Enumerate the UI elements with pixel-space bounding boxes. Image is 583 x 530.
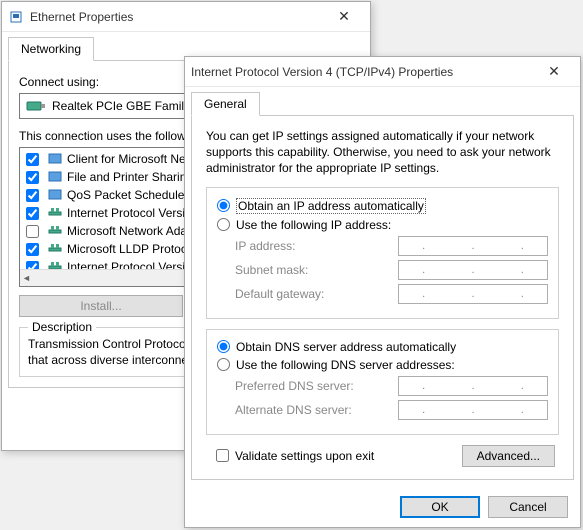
radio-ip-manual-row[interactable]: Use the following IP address:: [217, 218, 548, 232]
ip-fieldset: Obtain an IP address automatically Use t…: [206, 187, 559, 319]
validate-label: Validate settings upon exit: [235, 449, 374, 463]
titlebar[interactable]: Ethernet Properties ✕: [2, 2, 370, 32]
item-label: Microsoft LLDP Protocol: [67, 242, 196, 256]
service-icon: [47, 187, 63, 203]
radio-ip-manual-label: Use the following IP address:: [236, 218, 391, 232]
adapter-name: Realtek PCIe GBE Family C: [52, 99, 202, 113]
radio-ip-manual[interactable]: [217, 218, 230, 231]
close-icon[interactable]: ✕: [534, 58, 574, 86]
ok-button[interactable]: OK: [400, 496, 480, 518]
item-checkbox[interactable]: [26, 153, 39, 166]
client-icon: [47, 151, 63, 167]
subnet-mask-row: Subnet mask: ...: [235, 260, 548, 280]
alternate-dns-row: Alternate DNS server: ...: [235, 400, 548, 420]
ip-address-input: ...: [398, 236, 548, 256]
tabstrip: General: [185, 87, 580, 115]
validate-row[interactable]: Validate settings upon exit: [216, 449, 374, 463]
protocol-icon: [47, 241, 63, 257]
radio-dns-manual[interactable]: [217, 358, 230, 371]
bottom-row: Validate settings upon exit Advanced...: [206, 445, 559, 467]
alternate-dns-input: ...: [398, 400, 548, 420]
install-button[interactable]: Install...: [19, 295, 183, 317]
ip-address-label: IP address:: [235, 239, 398, 253]
ipv4-properties-window: Internet Protocol Version 4 (TCP/IPv4) P…: [184, 56, 581, 528]
item-label: Internet Protocol Version: [67, 206, 198, 220]
default-gateway-label: Default gateway:: [235, 287, 398, 301]
protocol-icon: [47, 223, 63, 239]
radio-ip-auto-label: Obtain an IP address automatically: [236, 198, 426, 214]
window-title: Ethernet Properties: [30, 10, 324, 24]
item-checkbox[interactable]: [26, 207, 39, 220]
preferred-dns-label: Preferred DNS server:: [235, 379, 398, 393]
tab-networking[interactable]: Networking: [8, 37, 94, 61]
preferred-dns-input: ...: [398, 376, 548, 396]
radio-ip-auto[interactable]: [217, 199, 230, 212]
tab-body: You can get IP settings assigned automat…: [191, 115, 574, 480]
radio-ip-auto-row[interactable]: Obtain an IP address automatically: [217, 198, 548, 214]
ip-address-row: IP address: ...: [235, 236, 548, 256]
description-legend: Description: [28, 320, 96, 334]
default-gateway-row: Default gateway: ...: [235, 284, 548, 304]
dns-fieldset: Obtain DNS server address automatically …: [206, 329, 559, 435]
item-label: QoS Packet Scheduler: [67, 188, 188, 202]
titlebar[interactable]: Internet Protocol Version 4 (TCP/IPv4) P…: [185, 57, 580, 87]
service-icon: [47, 169, 63, 185]
radio-dns-manual-row[interactable]: Use the following DNS server addresses:: [217, 358, 548, 372]
item-checkbox[interactable]: [26, 243, 39, 256]
radio-dns-auto-row[interactable]: Obtain DNS server address automatically: [217, 340, 548, 354]
scroll-left-icon[interactable]: ◄: [22, 273, 31, 283]
radio-dns-auto[interactable]: [217, 340, 230, 353]
preferred-dns-row: Preferred DNS server: ...: [235, 376, 548, 396]
ethernet-icon: [8, 9, 24, 25]
item-checkbox[interactable]: [26, 225, 39, 238]
cancel-button[interactable]: Cancel: [488, 496, 568, 518]
info-text: You can get IP settings assigned automat…: [206, 128, 559, 177]
subnet-mask-label: Subnet mask:: [235, 263, 398, 277]
radio-dns-manual-label: Use the following DNS server addresses:: [236, 358, 455, 372]
item-checkbox[interactable]: [26, 171, 39, 184]
tab-general[interactable]: General: [191, 92, 260, 116]
default-gateway-input: ...: [398, 284, 548, 304]
close-icon[interactable]: ✕: [324, 3, 364, 31]
alternate-dns-label: Alternate DNS server:: [235, 403, 398, 417]
window-title: Internet Protocol Version 4 (TCP/IPv4) P…: [191, 65, 534, 79]
subnet-mask-input: ...: [398, 260, 548, 280]
protocol-icon: [47, 205, 63, 221]
radio-dns-auto-label: Obtain DNS server address automatically: [236, 340, 456, 354]
dialog-buttons: OK Cancel: [185, 486, 580, 528]
item-checkbox[interactable]: [26, 189, 39, 202]
network-adapter-icon: [26, 98, 46, 114]
advanced-button[interactable]: Advanced...: [462, 445, 555, 467]
validate-checkbox[interactable]: [216, 449, 229, 462]
